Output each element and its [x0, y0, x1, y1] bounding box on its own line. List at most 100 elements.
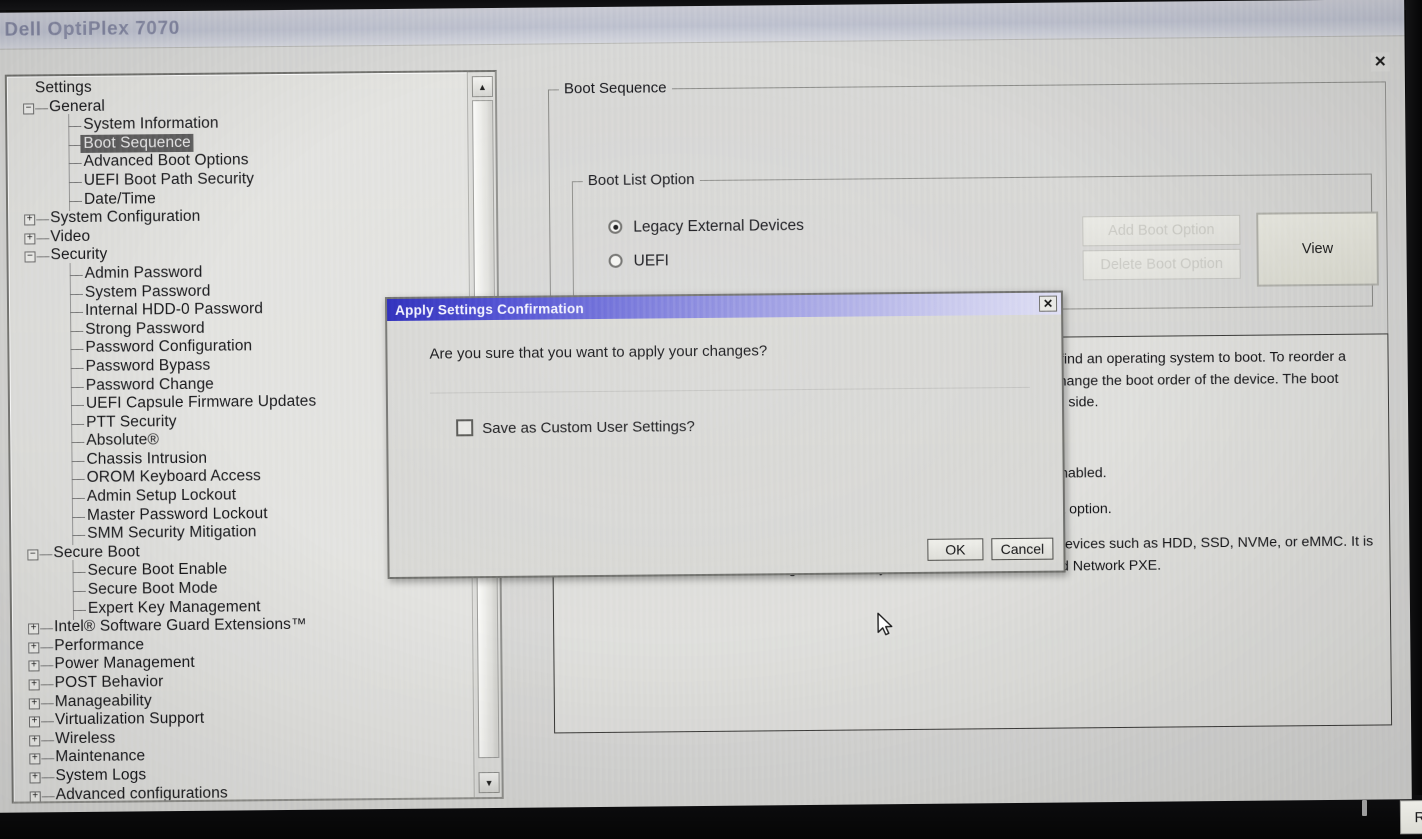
scroll-down-icon[interactable]: ▼ [478, 771, 500, 794]
tree-connector-icon [40, 647, 54, 649]
close-icon[interactable]: ✕ [1370, 52, 1390, 72]
collapse-icon[interactable]: − [24, 251, 36, 263]
tree-connector-icon [72, 516, 86, 518]
tree-connector-icon [41, 758, 55, 760]
tree-item-label: Intel® Software Guard Extensions™ [54, 616, 307, 636]
tree-item-label: Strong Password [85, 319, 205, 338]
expand-icon[interactable]: + [28, 716, 41, 728]
expand-icon[interactable]: + [29, 753, 41, 765]
view-button[interactable]: View [1256, 211, 1379, 287]
dialog-message: Are you sure that you want to apply your… [429, 339, 1030, 394]
expand-icon[interactable]: + [28, 697, 40, 710]
restore-settings-button[interactable]: Restore Settings [1399, 798, 1422, 835]
tree-connector-icon [68, 181, 82, 184]
expand-icon[interactable]: + [28, 623, 40, 635]
tree-connector-icon [69, 293, 83, 295]
tree-connector-icon [71, 479, 85, 481]
tree-connector-icon [70, 367, 84, 369]
collapse-icon[interactable]: − [27, 549, 39, 561]
expand-icon[interactable]: + [29, 790, 41, 802]
tree-item-label: Password Configuration [85, 337, 253, 357]
tree-item-label: Password Change [85, 375, 215, 394]
scroll-up-icon[interactable]: ▲ [471, 75, 494, 98]
tree-connector-icon [71, 423, 85, 425]
ok-button[interactable]: OK [927, 538, 984, 561]
tree-item-label: Master Password Lockout [86, 504, 268, 524]
radio-label: Legacy External Devices [633, 217, 804, 236]
tree-item-label: Absolute® [86, 431, 160, 450]
expand-icon[interactable]: + [29, 772, 41, 784]
tree-connector-icon [71, 497, 85, 500]
tree-item-label: Settings [34, 78, 92, 97]
tree-item-label: System Configuration [50, 207, 201, 227]
tree-item-label: Manageability [54, 691, 152, 710]
tree-item-label: System Password [84, 282, 211, 301]
radio-selected-icon [608, 219, 623, 234]
tree-item-label: Password Bypass [85, 356, 211, 375]
apply-settings-confirmation-dialog: Apply Settings Confirmation ✕ Are you su… [384, 290, 1066, 580]
tree-connector-icon [69, 274, 83, 277]
tree-item-label: Wireless [55, 729, 116, 748]
delete-boot-option-button: Delete Boot Option [1082, 248, 1241, 281]
tree-item-label: Advanced Boot Options [83, 151, 249, 171]
dialog-title-bar: Apply Settings Confirmation [386, 292, 1062, 322]
tree-item-label: Internal HDD-0 Password [84, 300, 264, 320]
tree-connector-icon [68, 200, 83, 202]
tree-item-label: Power Management [54, 654, 195, 673]
expand-icon[interactable]: + [24, 233, 36, 245]
tree-connector-icon [72, 572, 86, 574]
radio-label: UEFI [633, 252, 669, 270]
tree-item-label: Boot Sequence [80, 133, 194, 153]
bios-setup-screen: Dell OptiPlex 7070 ✕ Settings − General Sys… [0, 0, 1422, 835]
tree-connector-icon [41, 795, 55, 797]
cancel-button[interactable]: Cancel [991, 537, 1054, 561]
photo-of-monitor: Dell OptiPlex 7070 ✕ Settings − General Sys… [0, 0, 1422, 839]
tree-item-label: Secure Boot Enable [87, 561, 228, 580]
boot-sequence-legend: Boot Sequence [558, 79, 672, 98]
tree-connector-icon [35, 107, 49, 109]
tree-connector-icon [71, 442, 85, 444]
monitor-power-led [1362, 800, 1367, 816]
tree-connector-icon [70, 330, 84, 332]
page-title: Dell OptiPlex 7070 [4, 17, 181, 41]
save-as-custom-user-settings-checkbox[interactable] [456, 419, 474, 437]
tree-connector-icon [70, 386, 84, 388]
collapse-icon[interactable]: − [23, 102, 35, 115]
expand-icon[interactable]: + [28, 642, 40, 654]
tree-item-label: UEFI Boot Path Security [83, 170, 255, 189]
tree-connector-icon [36, 219, 50, 221]
tree-connector-icon [70, 405, 84, 407]
tree-item-label: Secure Boot Mode [87, 579, 218, 598]
tree-connector-icon [72, 609, 86, 611]
tree-item-label: General [49, 97, 106, 115]
tree-item-label: Security [50, 246, 108, 264]
tree-connector-icon [40, 665, 54, 667]
expand-icon[interactable]: + [28, 679, 40, 691]
tree-item-label: Date/Time [83, 189, 156, 208]
tree-connector-icon [36, 256, 50, 258]
tree-connector-icon [68, 126, 82, 128]
tree-connector-icon [40, 684, 54, 686]
tree-item-label: Video [50, 227, 91, 245]
tree-item-label: System Logs [55, 766, 147, 785]
tree-connector-icon [72, 535, 86, 537]
expand-icon[interactable]: + [29, 735, 41, 747]
add-boot-option-button: Add Boot Option [1082, 214, 1241, 247]
save-as-custom-user-settings-label: Save as Custom User Settings? [482, 418, 695, 438]
tree-guide-line [68, 188, 71, 211]
tree-connector-icon [72, 590, 86, 593]
tree-connector-icon [41, 740, 55, 742]
tree-connector-icon [71, 460, 85, 462]
dialog-close-icon[interactable]: ✕ [1038, 295, 1058, 312]
tree-connector-icon [40, 628, 54, 630]
expand-icon[interactable]: + [24, 214, 36, 226]
tree-item-label: UEFI Capsule Firmware Updates [85, 392, 317, 413]
tree-item-label: PTT Security [86, 412, 177, 431]
dialog-title: Apply Settings Confirmation [394, 300, 585, 318]
tree-item-label: Performance [54, 636, 145, 655]
tree-item-label: POST Behavior [54, 673, 164, 692]
tree-item[interactable]: + Advanced configurations [20, 783, 474, 802]
tree-connector-icon [70, 312, 84, 314]
tree-item-label: Admin Password [84, 263, 203, 282]
expand-icon[interactable]: + [28, 660, 40, 672]
